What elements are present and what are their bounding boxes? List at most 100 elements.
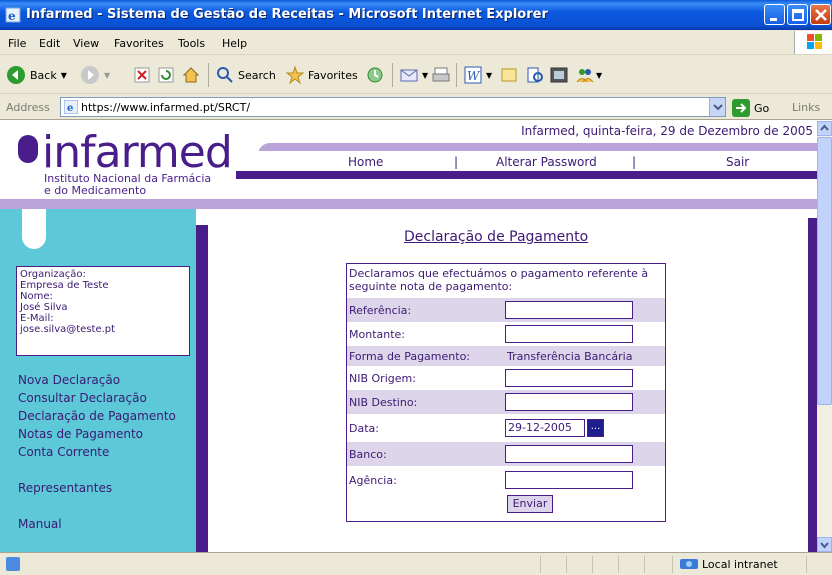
people-dropdown-icon[interactable]: ▼ — [596, 71, 602, 80]
maximize-button[interactable] — [787, 4, 808, 25]
menu-edit[interactable]: Edit — [39, 37, 60, 50]
org-value: Empresa de Teste — [20, 280, 109, 291]
sidebar-item-notas-pagamento[interactable]: Notas de Pagamento — [18, 427, 176, 445]
messenger-people-button[interactable]: ▼ — [576, 64, 602, 86]
sidebar-item-manual[interactable]: Manual — [18, 517, 176, 535]
infarmed-logo-mark — [18, 135, 38, 163]
go-button[interactable]: Go — [732, 99, 772, 117]
edit-dropdown-icon[interactable]: ▼ — [486, 71, 492, 80]
address-dropdown-button[interactable] — [709, 98, 725, 116]
minimize-icon — [770, 18, 777, 21]
forward-arrow-icon — [81, 66, 99, 84]
referencia-input[interactable] — [505, 301, 633, 319]
menu-favorites[interactable]: Favorites — [114, 37, 164, 50]
vertical-scrollbar[interactable] — [817, 121, 832, 552]
menu-tools[interactable]: Tools — [178, 37, 205, 50]
header-band-bottom — [236, 171, 817, 179]
agencia-label: Agência: — [349, 474, 397, 487]
refresh-icon — [158, 67, 174, 83]
nib-destino-input[interactable] — [505, 393, 633, 411]
forward-dropdown-icon[interactable]: ▼ — [104, 71, 110, 80]
nib-destino-label: NIB Destino: — [349, 396, 418, 409]
data-input[interactable]: 29-12-2005 — [505, 419, 585, 437]
research-button[interactable] — [526, 64, 544, 86]
scroll-up-button[interactable] — [817, 121, 832, 136]
history-button[interactable] — [366, 64, 384, 86]
links-button[interactable]: Links — [792, 101, 820, 114]
address-input[interactable]: e https://www.infarmed.pt/SRCT/ — [60, 97, 726, 117]
back-arrow-icon — [7, 66, 25, 84]
back-button[interactable]: Back ▼ — [6, 64, 67, 86]
menu-file[interactable]: File — [8, 37, 26, 50]
search-label: Search — [238, 68, 276, 82]
sidebar-logo-notch — [22, 209, 46, 249]
print-button[interactable] — [432, 64, 450, 86]
back-dropdown-icon[interactable]: ▼ — [61, 71, 67, 80]
banco-label: Banco: — [349, 448, 387, 461]
submit-button[interactable]: Enviar — [507, 495, 553, 513]
sidebar-item-nova-declaracao[interactable]: Nova Declaração — [18, 373, 176, 391]
sidebar-item-representantes[interactable]: Representantes — [18, 481, 176, 499]
montante-label: Montante: — [349, 328, 406, 341]
close-button[interactable] — [810, 4, 831, 25]
close-icon — [815, 9, 827, 21]
home-button[interactable] — [182, 64, 200, 86]
address-label: Address — [6, 101, 50, 114]
maximize-icon — [792, 9, 804, 21]
status-bar: Local intranet — [0, 552, 832, 575]
window-titlebar: e Infarmed - Sistema de Gestão de Receit… — [0, 0, 832, 30]
page-title: Declaração de Pagamento — [404, 229, 589, 245]
menu-help[interactable]: Help — [222, 37, 247, 50]
nav-separator: | — [454, 155, 459, 169]
menu-bar: File Edit View Favorites Tools Help — [0, 30, 832, 55]
media-icon — [550, 67, 568, 83]
scroll-down-button[interactable] — [817, 537, 832, 552]
messenger-button[interactable] — [550, 64, 568, 86]
payment-form: Declaramos que efectuámos o pagamento re… — [346, 263, 666, 522]
status-segment — [644, 556, 645, 573]
nav-change-password-link[interactable]: Alterar Password — [496, 155, 597, 169]
sidebar-item-consultar-declaracao[interactable]: Consultar Declaração — [18, 391, 176, 409]
scroll-thumb[interactable] — [817, 137, 832, 405]
nav-home-link[interactable]: Home — [348, 155, 383, 169]
montante-input[interactable] — [505, 325, 633, 343]
banco-input[interactable] — [505, 445, 633, 463]
status-segment — [806, 556, 807, 573]
header-nav: Home | Alterar Password | Sair — [250, 151, 817, 173]
history-icon — [367, 67, 383, 83]
security-zone: Local intranet — [680, 557, 778, 571]
windows-logo-icon — [794, 31, 832, 54]
stop-icon — [134, 67, 150, 83]
toolbar-separator — [392, 63, 393, 87]
sidebar-item-declaracao-pagamento[interactable]: Declaração de Pagamento — [18, 409, 176, 427]
stop-button[interactable] — [134, 64, 150, 86]
nav-logout-link[interactable]: Sair — [726, 155, 749, 169]
mail-dropdown-icon[interactable]: ▼ — [422, 71, 428, 80]
go-arrow-icon — [732, 99, 750, 117]
status-segment — [672, 556, 673, 573]
agencia-input[interactable] — [505, 471, 633, 489]
star-icon — [286, 66, 304, 84]
edit-word-button[interactable]: W ▼ — [464, 64, 492, 86]
status-segment — [618, 556, 619, 573]
page-content: Infarmed, quinta-feira, 29 de Dezembro d… — [0, 121, 817, 552]
nib-origem-input[interactable] — [505, 369, 633, 387]
address-bar: Address e https://www.infarmed.pt/SRCT/ … — [0, 94, 832, 120]
form-intro: Declaramos que efectuámos o pagamento re… — [349, 267, 649, 293]
data-label: Data: — [349, 422, 379, 435]
refresh-button[interactable] — [158, 64, 174, 86]
forward-button[interactable]: ▼ — [80, 64, 110, 86]
sidebar-nav: Nova Declaração Consultar Declaração Dec… — [18, 373, 176, 535]
search-button[interactable]: Search — [216, 64, 276, 86]
header-band-lavender — [0, 199, 817, 209]
date-picker-button[interactable]: ... — [587, 419, 604, 437]
logo-subtitle-line2: e do Medicamento — [44, 184, 147, 197]
minimize-button[interactable] — [764, 4, 785, 25]
favorites-button[interactable]: Favorites — [286, 64, 358, 86]
menu-view[interactable]: View — [73, 37, 99, 50]
sidebar-item-conta-corrente[interactable]: Conta Corrente — [18, 445, 176, 463]
toolbar: Back ▼ ▼ Search Favorites ▼ W ▼ ▼ — [0, 55, 832, 94]
header-date: Infarmed, quinta-feira, 29 de Dezembro d… — [521, 124, 813, 138]
mail-button[interactable]: ▼ — [400, 64, 428, 86]
discuss-button[interactable] — [500, 64, 518, 86]
